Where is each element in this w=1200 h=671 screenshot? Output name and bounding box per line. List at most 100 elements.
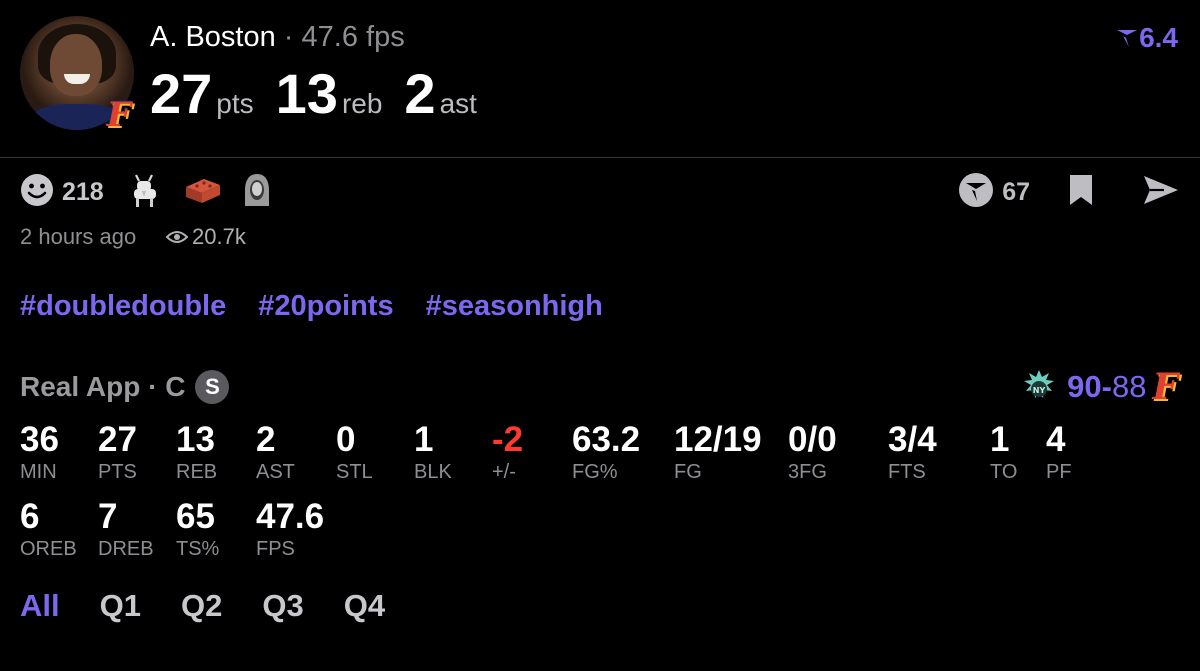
goat-icon[interactable] [128,171,162,214]
stat-label: AST [256,461,295,483]
stat-value: 6 [20,497,40,536]
rating-value: 6.4 [1139,22,1178,53]
reactions-bar: 218 [20,172,292,212]
player-name[interactable]: A. Boston [150,21,276,53]
tab-all[interactable]: All [20,588,60,624]
stat-value: 65 [176,497,215,536]
avatar-face [50,34,102,96]
assists-value: 2 [404,62,436,125]
stat-pts: 27 PTS [98,420,137,484]
away-score: 88 [1111,369,1147,404]
views-value: 20.7k [192,224,246,249]
tab-q3[interactable]: Q3 [262,588,303,624]
stat-value: 47.6 [256,497,325,536]
stat-label: FG% [572,461,618,483]
hashtag-link[interactable]: #doubledouble [20,290,226,323]
stat-value: 3/4 [888,420,937,459]
view-count: 20.7k [166,224,246,250]
stat-value: 1 [414,420,434,459]
stat-label: OREB [20,538,77,560]
stat-value: 63.2 [572,420,641,459]
source-badge: S [195,370,230,404]
stat-label: FG [674,461,702,483]
stat-value: 2 [256,420,276,459]
stat-label: FTS [888,461,926,483]
vote-icon[interactable] [958,172,994,213]
quarter-tabs: All Q1 Q2 Q3 Q4 [20,588,425,624]
liberty-logo-icon: NY [1024,370,1055,398]
stat-reb: 13 REB [176,420,217,484]
stat-fts: 3/4 FTS [888,420,937,484]
stat-pf: 4 PF [1046,420,1072,484]
header-divider [0,157,1200,158]
stat-value: 7 [98,497,118,536]
player-fps: 47.6 fps [301,21,405,53]
stat-fg: 12/19 FG [674,420,762,484]
stat-label: DREB [98,538,154,560]
bookmark-icon[interactable] [1068,173,1094,212]
home-score: 90 [1067,369,1102,404]
player-title: A. Boston · 47.6 fps [150,20,405,54]
stat-3fg: 0/0 3FG [788,420,837,484]
stat-fps: 47.6 FPS [256,497,324,561]
stat-value: 12/19 [674,420,762,459]
tab-q4[interactable]: Q4 [344,588,385,624]
ghost-icon[interactable] [242,172,272,213]
share-icon[interactable] [1142,174,1180,211]
stat-label: 3FG [788,461,827,483]
stat-blk: 1 BLK [414,420,452,484]
vote-count: 67 [1002,177,1030,206]
stat-: -2 +/- [492,420,523,484]
post-time: 2 hours ago [20,224,137,249]
stat-value: 1 [990,420,1010,459]
title-separator: · [275,21,302,53]
stat-label: MIN [20,461,57,483]
assists-unit: ast [439,88,477,119]
post-actions: 67 [958,172,1180,212]
source-line: Real App · C S [20,370,230,404]
points-unit: pts [216,88,254,119]
stat-ast: 2 AST [256,420,295,484]
stat-value: 13 [176,420,215,459]
stat-fg: 63.2 FG% [572,420,640,484]
rebounds-value: 13 [275,62,338,125]
stat-value: -2 [492,420,524,459]
stat-label: FPS [256,538,295,560]
stat-dreb: 7 DREB [98,497,154,561]
rebounds-unit: reb [341,88,383,119]
rating-arrow-icon [1117,30,1138,47]
team-logo-icon: F [106,95,132,135]
stat-label: REB [176,461,218,483]
stat-label: STL [336,461,373,483]
svg-text:NY: NY [1033,386,1046,395]
tab-q2[interactable]: Q2 [181,588,222,624]
headline-stats: 27 pts 13 reb 2 ast [150,62,499,126]
score-dash: - [1101,369,1112,404]
stat-value: 0 [336,420,356,459]
stat-value: 27 [98,420,137,459]
stat-label: PF [1046,461,1072,483]
stat-label: TO [990,461,1018,483]
rating-badge[interactable]: 6.4 [1115,22,1178,54]
brick-icon[interactable] [182,175,222,210]
points-value: 27 [150,62,213,125]
hashtag-link[interactable]: #seasonhigh [426,290,603,323]
stat-value: 0/0 [788,420,837,459]
tab-q1[interactable]: Q1 [100,588,141,624]
stat-stl: 0 STL [336,420,373,484]
stat-label: BLK [414,461,452,483]
stat-value: 4 [1046,420,1066,459]
hashtag-link[interactable]: #20points [258,290,393,323]
stat-to: 1 TO [990,420,1017,484]
game-score[interactable]: NY 90-88 F [1019,366,1178,408]
stat-ts: 65 TS% [176,497,219,561]
stat-value: 36 [20,420,59,459]
smile-icon[interactable] [20,173,54,212]
source-label[interactable]: Real App · C [20,371,185,403]
stat-label: PTS [98,461,137,483]
smile-count: 218 [62,177,104,206]
fever-logo-icon: F [1152,366,1178,408]
stat-min: 36 MIN [20,420,59,484]
stat-label: +/- [492,461,516,483]
hashtags: #doubledouble #20points #seasonhigh [20,290,635,323]
